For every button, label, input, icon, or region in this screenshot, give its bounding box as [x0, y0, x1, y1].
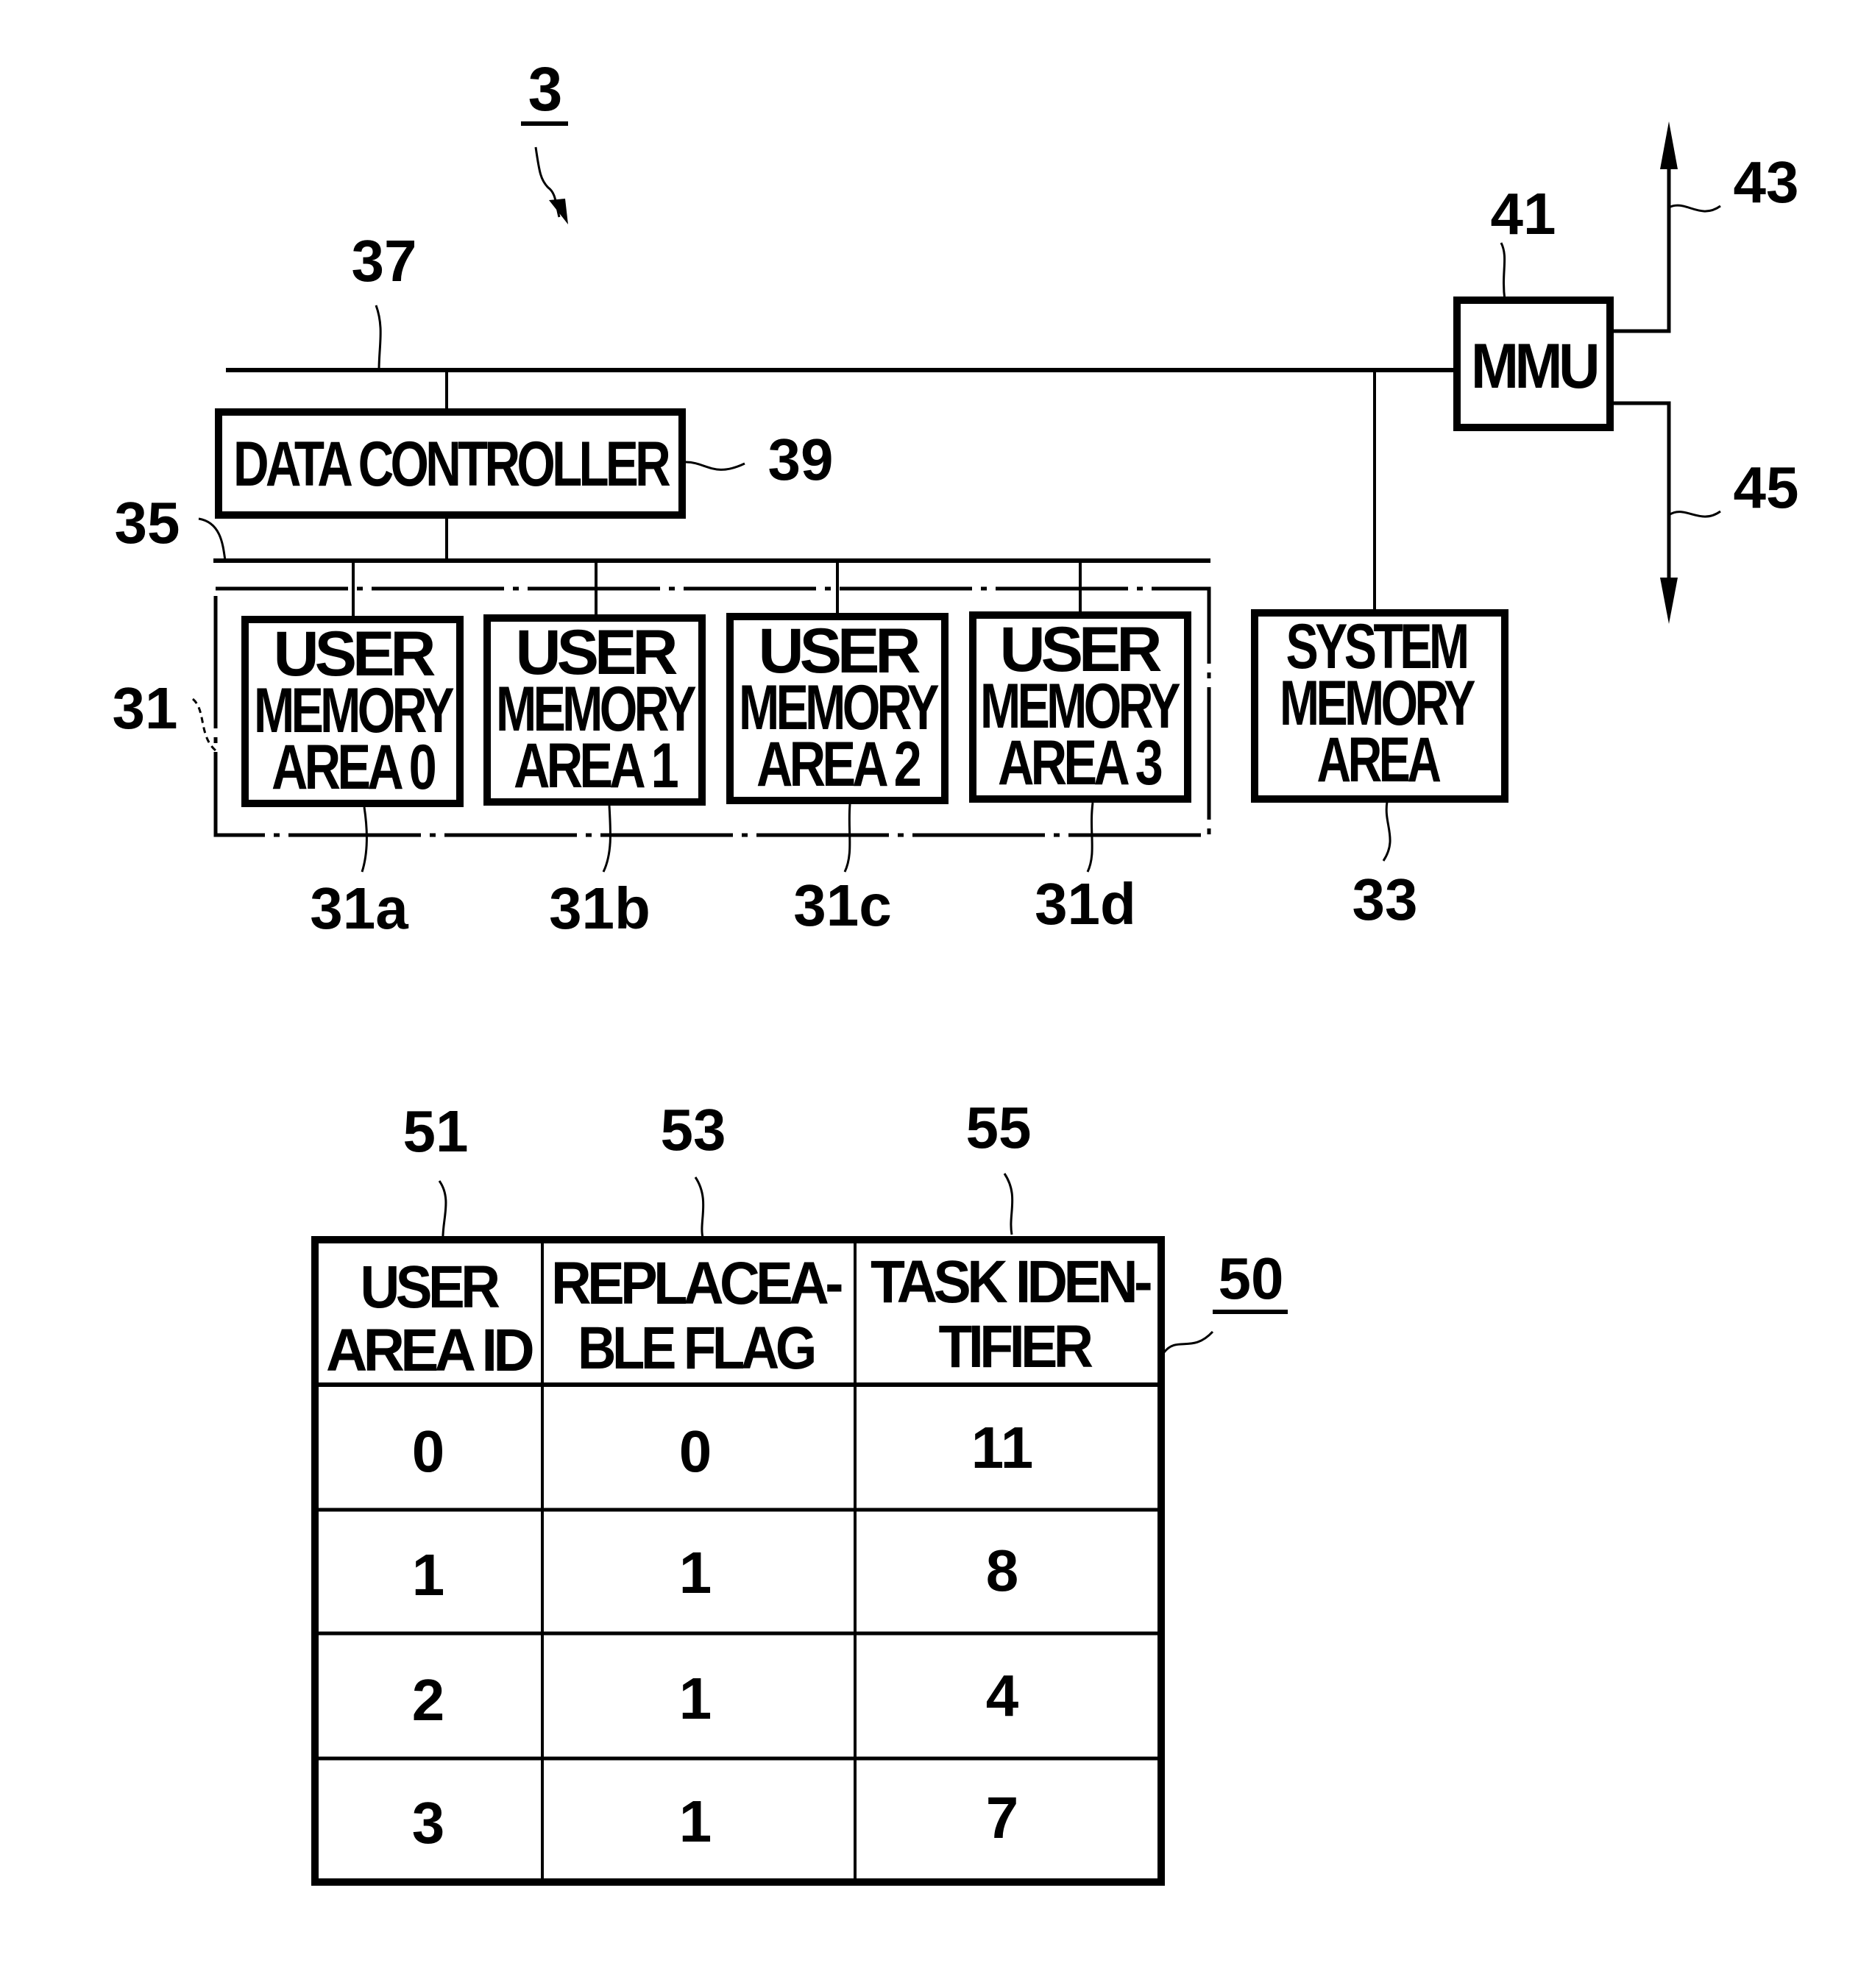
header-user-area-id-line-1: USER: [361, 1254, 500, 1321]
leader-55: [1003, 1173, 1014, 1235]
cell-replaceable-flag: 1: [679, 1540, 712, 1605]
cell-task-identifier: 8: [986, 1538, 1019, 1603]
area-line-3: AREA 2: [756, 729, 921, 800]
ref-label-55: 55: [966, 1095, 1032, 1160]
mmu-label: MMU: [1471, 331, 1597, 402]
task-table: 51 53 55 50 USER AREA ID REPLACEA- BLE F…: [311, 1095, 1288, 1886]
user-memory-area-3: USER MEMORY AREA 3 31d: [969, 561, 1191, 937]
ref-label-35: 35: [115, 490, 180, 555]
leader-31a: [361, 806, 368, 873]
user-memory-area-1: USER MEMORY AREA 1 31b: [483, 561, 706, 941]
ref-label-43: 43: [1734, 149, 1799, 215]
header-task-identifier-line-2: TIFIER: [939, 1313, 1093, 1380]
cell-task-identifier: 4: [986, 1663, 1019, 1728]
ref-label-31b: 31b: [549, 876, 650, 941]
area-line-3: AREA 0: [272, 732, 436, 803]
header-user-area-id-line-2: AREA ID: [326, 1317, 533, 1384]
leader-31b: [602, 805, 612, 873]
ref-label-39: 39: [768, 427, 834, 492]
memory-architecture-figure: 3 37 DATA CONTROLLER 39 35 31 USER MEMOR…: [113, 54, 1799, 1886]
cell-replaceable-flag: 0: [679, 1419, 712, 1484]
ref-label-45: 45: [1734, 455, 1799, 520]
user-memory-area-2: USER MEMORY AREA 2 31c: [726, 561, 949, 938]
ref-label-31d: 31d: [1035, 871, 1136, 937]
ref-label-31: 31: [113, 675, 178, 741]
cell-replaceable-flag: 1: [679, 1666, 712, 1731]
leader-51: [438, 1180, 447, 1243]
leader-43: [1668, 204, 1721, 213]
leader-41: [1500, 242, 1506, 301]
figure-ref-3: 3: [528, 54, 563, 124]
ref-label-51: 51: [403, 1098, 469, 1164]
leader-33: [1382, 801, 1391, 862]
area-line-3: AREA 1: [514, 731, 678, 801]
leader-35: [198, 517, 227, 561]
leader-31d: [1086, 802, 1094, 873]
ref-label-33: 33: [1352, 867, 1418, 932]
header-replaceable-flag-line-2: BLE FLAG: [578, 1315, 814, 1382]
cell-user-area-id: 3: [412, 1790, 445, 1856]
ref-label-37: 37: [352, 228, 417, 294]
data-controller-label: DATA CONTROLLER: [233, 429, 670, 500]
cell-task-identifier: 11: [971, 1415, 1034, 1480]
leader-37: [375, 305, 382, 371]
ref-label-31a: 31a: [310, 876, 408, 941]
arrow-down-icon: [1660, 578, 1678, 624]
leader-53: [694, 1176, 705, 1238]
leader-31c: [843, 803, 851, 873]
cell-replaceable-flag: 1: [679, 1789, 712, 1854]
ref-label-31c: 31c: [793, 873, 891, 938]
leader-31: [191, 697, 217, 752]
ref-label-50: 50: [1219, 1246, 1284, 1311]
leader-39: [685, 461, 745, 471]
cell-task-identifier: 7: [986, 1785, 1019, 1850]
arrow-up-icon: [1660, 121, 1678, 169]
header-replaceable-flag-line-1: REPLACEA-: [551, 1250, 842, 1317]
leader-45: [1668, 510, 1721, 518]
ref-label-53: 53: [661, 1097, 726, 1162]
cell-user-area-id: 1: [412, 1542, 445, 1608]
user-memory-area-0: USER MEMORY AREA 0 31a: [241, 561, 464, 941]
ref-label-41: 41: [1491, 181, 1556, 246]
area-line-3: AREA 3: [998, 728, 1162, 798]
cell-user-area-id: 0: [412, 1419, 445, 1484]
arrowhead-icon: [549, 199, 568, 224]
cell-user-area-id: 2: [412, 1667, 445, 1733]
header-task-identifier-line-1: TASK IDEN-: [871, 1249, 1151, 1316]
mmu-output-up-line: [1610, 151, 1671, 333]
leader-50: [1163, 1330, 1214, 1353]
system-area-line-3: AREA: [1317, 725, 1441, 795]
mmu-output-down-line: [1610, 401, 1671, 589]
